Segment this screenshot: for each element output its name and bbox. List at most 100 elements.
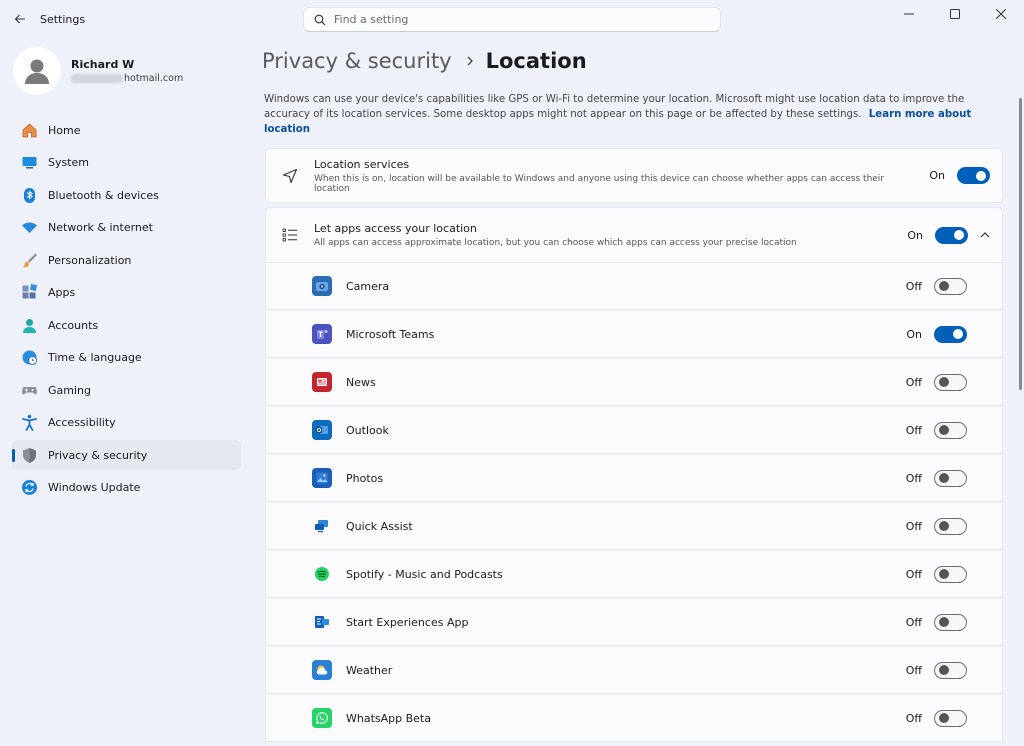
user-email: hotmail.com bbox=[71, 73, 183, 84]
network-icon bbox=[20, 219, 38, 237]
list-icon bbox=[266, 227, 314, 243]
scrollbar-thumb[interactable] bbox=[1019, 98, 1022, 390]
whatsapp-app-icon bbox=[312, 708, 332, 728]
app-row-news: News Off bbox=[265, 359, 1003, 406]
brush-icon bbox=[20, 251, 38, 269]
app-name: WhatsApp Beta bbox=[346, 711, 431, 725]
sidebar-item-label: Windows Update bbox=[48, 481, 141, 494]
title-bar: Settings bbox=[0, 0, 1024, 40]
sidebar-item-accessibility[interactable]: Accessibility bbox=[12, 408, 241, 438]
outlook-toggle[interactable] bbox=[934, 421, 967, 439]
news-toggle[interactable] bbox=[934, 373, 967, 391]
location-services-state: On bbox=[929, 169, 945, 182]
app-name: Outlook bbox=[346, 423, 389, 437]
minimize-button[interactable] bbox=[886, 0, 932, 28]
teams-toggle[interactable] bbox=[934, 325, 967, 343]
sidebar-nav: Home System Bluetooth & devices Network … bbox=[12, 115, 241, 505]
sidebar-item-accounts[interactable]: Accounts bbox=[12, 310, 241, 340]
sidebar-item-label: Bluetooth & devices bbox=[48, 188, 159, 202]
sidebar-item-apps[interactable]: Apps bbox=[12, 278, 241, 308]
shield-icon bbox=[20, 446, 38, 464]
home-icon bbox=[20, 121, 38, 139]
sidebar-item-network[interactable]: Network & internet bbox=[12, 213, 241, 243]
start-experiences-toggle[interactable] bbox=[934, 613, 967, 631]
gamepad-icon bbox=[20, 381, 38, 399]
search-input[interactable] bbox=[334, 13, 704, 26]
email-domain: hotmail.com bbox=[124, 73, 184, 84]
accessibility-icon bbox=[20, 414, 38, 432]
sidebar-item-windows-update[interactable]: Windows Update bbox=[12, 473, 241, 503]
app-name: Weather bbox=[346, 663, 393, 677]
sidebar-item-label: System bbox=[48, 156, 90, 169]
photos-toggle[interactable] bbox=[934, 469, 967, 487]
update-icon bbox=[20, 479, 38, 497]
chevron-up-icon[interactable] bbox=[980, 231, 990, 239]
app-state: On bbox=[906, 327, 922, 341]
sidebar-item-label: Personalization bbox=[48, 253, 132, 267]
start-experiences-app-icon bbox=[312, 612, 332, 632]
sidebar-item-home[interactable]: Home bbox=[12, 115, 241, 145]
camera-toggle[interactable] bbox=[934, 277, 967, 295]
location-services-subtitle: When this is on, location will be availa… bbox=[314, 173, 885, 194]
apps-icon bbox=[20, 284, 38, 302]
sidebar-item-label: Time & language bbox=[48, 351, 142, 364]
chevron-right-icon bbox=[466, 55, 474, 67]
sidebar-item-bluetooth[interactable]: Bluetooth & devices bbox=[12, 180, 241, 210]
app-name: Camera bbox=[346, 279, 390, 293]
weather-toggle[interactable] bbox=[934, 661, 967, 679]
sidebar-item-label: Accounts bbox=[48, 318, 99, 332]
app-row-photos: Photos Off bbox=[265, 455, 1003, 502]
user-profile[interactable]: Richard W hotmail.com bbox=[13, 47, 243, 99]
user-name: Richard W bbox=[71, 58, 135, 71]
page-description: Windows can use your device's capabiliti… bbox=[264, 92, 1004, 137]
search-icon bbox=[314, 14, 326, 25]
page-title: Location bbox=[485, 49, 587, 73]
spotify-app-icon bbox=[312, 564, 332, 584]
weather-app-icon bbox=[312, 660, 332, 680]
let-apps-title: Let apps access your location bbox=[314, 222, 477, 235]
back-button[interactable] bbox=[10, 9, 30, 29]
let-apps-state: On bbox=[907, 228, 923, 242]
app-name: News bbox=[346, 375, 376, 389]
spotify-toggle[interactable] bbox=[934, 565, 967, 583]
app-state: Off bbox=[905, 471, 922, 485]
let-apps-access-card[interactable]: Let apps access your location All apps c… bbox=[265, 207, 1003, 263]
email-redaction bbox=[71, 74, 123, 83]
let-apps-toggle[interactable] bbox=[935, 226, 968, 244]
location-services-card: Location services When this is on, locat… bbox=[265, 148, 1003, 203]
app-row-start-experiences: Start Experiences App Off bbox=[265, 599, 1003, 646]
back-arrow-icon bbox=[14, 14, 25, 24]
app-title: Settings bbox=[40, 13, 86, 26]
search-box[interactable] bbox=[303, 7, 721, 32]
system-icon bbox=[20, 154, 38, 172]
close-button[interactable] bbox=[978, 0, 1024, 28]
window-controls bbox=[886, 0, 1024, 28]
maximize-button[interactable] bbox=[932, 0, 978, 28]
app-row-quick-assist: Quick Assist Off bbox=[265, 503, 1003, 550]
app-state: Off bbox=[905, 663, 922, 677]
app-state: Off bbox=[905, 423, 922, 437]
app-state: Off bbox=[905, 711, 922, 725]
sidebar-item-time-language[interactable]: Time & language bbox=[12, 343, 241, 373]
minimize-icon bbox=[904, 13, 914, 15]
app-name: Start Experiences App bbox=[346, 615, 469, 629]
breadcrumb-parent[interactable]: Privacy & security bbox=[262, 49, 452, 73]
teams-app-icon bbox=[312, 324, 332, 344]
sidebar-item-personalization[interactable]: Personalization bbox=[12, 245, 241, 275]
sidebar-item-system[interactable]: System bbox=[12, 148, 241, 178]
whatsapp-toggle[interactable] bbox=[934, 709, 967, 727]
sidebar-item-label: Network & internet bbox=[48, 221, 153, 234]
breadcrumb: Privacy & security Location bbox=[262, 46, 587, 76]
description-text: Windows can use your device's capabiliti… bbox=[264, 94, 965, 120]
let-apps-subtitle: All apps can access approximate location… bbox=[314, 238, 797, 248]
user-avatar-icon bbox=[25, 59, 49, 84]
app-name: Spotify - Music and Podcasts bbox=[346, 567, 503, 581]
app-name: Microsoft Teams bbox=[346, 327, 435, 341]
sidebar-item-privacy-security[interactable]: Privacy & security bbox=[12, 440, 241, 470]
sidebar-item-label: Privacy & security bbox=[48, 448, 148, 462]
app-state: Off bbox=[905, 519, 922, 533]
quick-assist-toggle[interactable] bbox=[934, 517, 967, 535]
location-services-toggle[interactable] bbox=[957, 167, 990, 184]
app-state: Off bbox=[905, 279, 922, 293]
sidebar-item-gaming[interactable]: Gaming bbox=[12, 375, 241, 405]
